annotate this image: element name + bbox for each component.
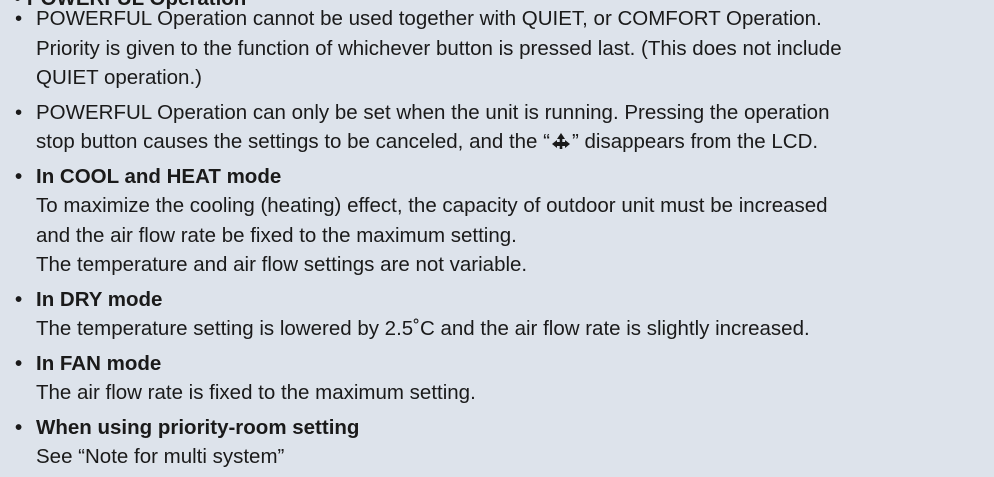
- note-text-line: stop button causes the settings to be ca…: [36, 127, 992, 157]
- bullet: •: [15, 7, 23, 30]
- note-item-running-only: • POWERFUL Operation can only be set whe…: [14, 98, 992, 157]
- note-title: In DRY mode: [36, 287, 163, 311]
- note-text-line: See “Note for multi system”: [36, 445, 285, 468]
- bullet: •: [15, 351, 23, 375]
- note-item-dry-mode: • In DRY mode The temperature setting is…: [14, 285, 992, 344]
- note-text-line: POWERFUL Operation can only be set when …: [36, 100, 830, 124]
- note-item-priority-room: • When using priority-room setting See “…: [14, 413, 992, 472]
- note-text-segment: stop button causes the settings to be ca…: [36, 130, 550, 153]
- bullet: •: [15, 164, 23, 188]
- note-text-line: The air flow rate is fixed to the maximu…: [36, 381, 476, 404]
- bullet: •: [15, 100, 23, 124]
- bullet: •: [15, 415, 23, 439]
- note-item-combination: • POWERFUL Operation cannot be used toge…: [14, 4, 992, 93]
- note-text-line: The temperature setting is lowered by 2.…: [36, 317, 810, 340]
- note-text-line: POWERFUL Operation cannot be used togeth…: [36, 7, 822, 30]
- note-text-line: To maximize the cooling (heating) effect…: [36, 194, 828, 217]
- note-item-fan-mode: • In FAN mode The air flow rate is fixed…: [14, 349, 992, 408]
- notes-list: • POWERFUL Operation cannot be used toge…: [14, 4, 992, 477]
- note-text-line: and the air flow rate be fixed to the ma…: [36, 223, 517, 247]
- note-title: In FAN mode: [36, 351, 162, 375]
- note-text-line: Priority is given to the function of whi…: [36, 36, 842, 60]
- note-text-line: QUIET operation.): [36, 66, 202, 89]
- powerful-mode-icon: [551, 133, 570, 149]
- notes-page: • POWERFUL Operation • POWERFUL Operatio…: [0, 0, 994, 468]
- note-item-cool-heat-mode: • In COOL and HEAT mode To maximize the …: [14, 162, 992, 280]
- note-text-segment: ” disappears from the LCD.: [571, 130, 819, 153]
- note-text-line: The temperature and air flow settings ar…: [36, 253, 528, 276]
- note-title: In COOL and HEAT mode: [36, 164, 282, 188]
- note-title: When using priority-room setting: [36, 415, 360, 439]
- bullet: •: [15, 287, 23, 311]
